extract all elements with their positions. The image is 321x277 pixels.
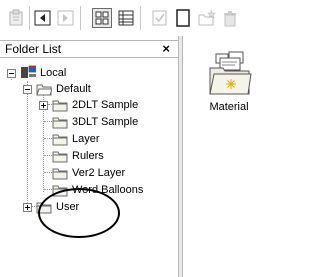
expand-icon[interactable] bbox=[23, 203, 32, 212]
folder-icon bbox=[36, 202, 52, 214]
toolbar bbox=[0, 0, 321, 37]
tree-node-default[interactable]: Default bbox=[0, 81, 178, 97]
clipboard-icon[interactable] bbox=[6, 8, 26, 28]
tree-label: Rulers bbox=[72, 150, 104, 162]
collapse-icon[interactable] bbox=[23, 85, 32, 94]
tree-label: Layer bbox=[72, 133, 100, 145]
tree-label: Ver2 Layer bbox=[72, 167, 126, 179]
new-folder-icon[interactable] bbox=[197, 8, 217, 28]
tree-label: User bbox=[56, 201, 80, 213]
tree-node-layer[interactable]: Layer bbox=[0, 131, 178, 147]
check-icon[interactable] bbox=[150, 8, 170, 28]
tree-label: 3DLT Sample bbox=[72, 116, 139, 128]
tree-label: Local bbox=[40, 67, 67, 79]
close-icon[interactable]: × bbox=[162, 41, 170, 56]
expand-icon[interactable] bbox=[39, 101, 48, 110]
folder-list-header: Folder List × bbox=[0, 40, 178, 58]
folder-icon bbox=[52, 134, 68, 146]
tree-node-user[interactable]: User bbox=[0, 199, 178, 215]
collapse-icon[interactable] bbox=[7, 69, 16, 78]
local-pc-icon bbox=[21, 65, 36, 78]
forward-icon[interactable] bbox=[56, 8, 76, 28]
folder-icon bbox=[52, 168, 68, 180]
folder-list-pane: Folder List × Local Default 2DLT Sample … bbox=[0, 36, 178, 277]
tree-node-2dlt-sample[interactable]: 2DLT Sample bbox=[0, 97, 178, 113]
tree-label: Default bbox=[56, 83, 91, 95]
tree-node-rulers[interactable]: Rulers bbox=[0, 148, 178, 164]
trash-icon[interactable] bbox=[220, 8, 240, 28]
tree-node-word-balloons[interactable]: Word Balloons bbox=[0, 182, 178, 198]
thumbnail-view-icon[interactable] bbox=[92, 8, 112, 28]
folder-tree: Local Default 2DLT Sample 3DLT Sample La… bbox=[0, 59, 178, 277]
tree-node-local[interactable]: Local bbox=[0, 65, 178, 81]
new-page-icon[interactable] bbox=[173, 8, 193, 28]
back-icon[interactable] bbox=[33, 8, 53, 28]
list-view-icon[interactable] bbox=[116, 8, 136, 28]
material-label: Material bbox=[209, 101, 249, 113]
folder-icon bbox=[52, 117, 68, 129]
folder-open-icon bbox=[36, 84, 52, 96]
tree-node-ver2-layer[interactable]: Ver2 Layer bbox=[0, 165, 178, 181]
content-pane: Material bbox=[183, 36, 321, 277]
tree-node-3dlt-sample[interactable]: 3DLT Sample bbox=[0, 114, 178, 130]
tree-label: 2DLT Sample bbox=[72, 99, 139, 111]
folder-icon bbox=[52, 100, 68, 112]
material-folder-icon bbox=[209, 51, 252, 95]
material-item[interactable]: Material bbox=[199, 50, 259, 120]
folder-list-title: Folder List bbox=[5, 42, 62, 56]
tree-label: Word Balloons bbox=[72, 184, 144, 196]
folder-icon bbox=[52, 151, 68, 163]
folder-icon bbox=[52, 185, 68, 197]
